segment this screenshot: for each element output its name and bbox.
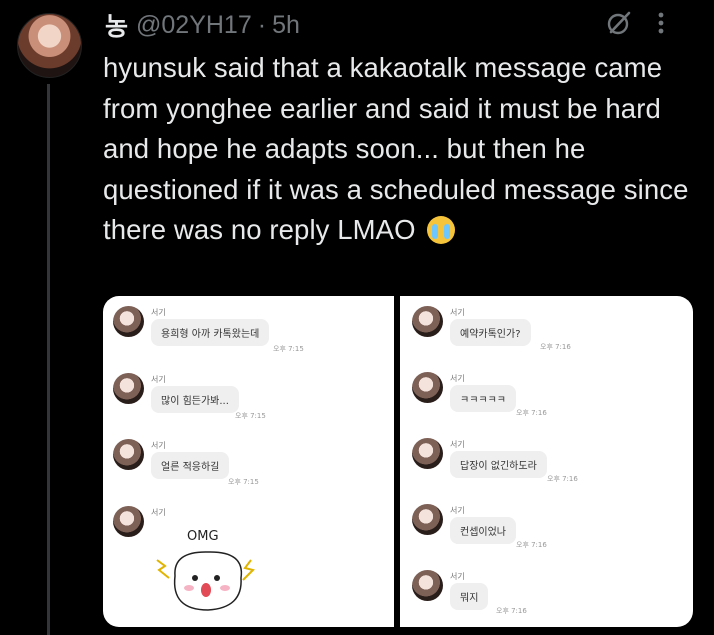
chat-avatar: [412, 306, 443, 337]
chat-avatar: [113, 306, 144, 337]
chat-sender: 서기: [151, 375, 166, 384]
tweet-header: 농 @02YH17 · 5h: [105, 7, 300, 43]
chat-screenshot-left[interactable]: 서기 용희형 아까 카톡왔는데 오후 7:15 서기 많이 힘든가봐... 오후…: [103, 296, 394, 627]
chat-sender: 서기: [450, 440, 465, 449]
chat-time: 오후 7:15: [235, 412, 266, 420]
chat-bubble: 뭐지: [450, 583, 489, 610]
tweet-body: hyunsuk said that a kakaotalk message ca…: [103, 52, 689, 245]
chat-avatar: [113, 506, 144, 537]
chat-sender: 서기: [450, 308, 465, 317]
avatar[interactable]: [17, 13, 82, 78]
more-options-icon[interactable]: [648, 10, 674, 36]
chat-screenshot-right[interactable]: 서기 예약카톡인가? 오후 7:16 서기 ㅋㅋㅋㅋㅋ 오후 7:16 서기 답…: [400, 296, 693, 627]
grok-icon[interactable]: [606, 10, 632, 36]
chat-sender: 서기: [151, 508, 166, 517]
chat-bubble: 답장이 없긴하도라: [450, 451, 547, 478]
omg-sticker: OMG: [156, 529, 255, 611]
chat-sender: 서기: [450, 572, 465, 581]
chat-time: 오후 7:16: [516, 541, 547, 549]
timestamp[interactable]: 5h: [272, 11, 300, 40]
separator: ·: [257, 10, 267, 39]
chat-time: 오후 7:15: [273, 345, 304, 353]
chat-avatar: [412, 438, 443, 469]
thread-line: [47, 84, 50, 635]
tweet-text: hyunsuk said that a kakaotalk message ca…: [103, 48, 693, 251]
chat-avatar: [113, 373, 144, 404]
chat-bubble: 컨셉이었나: [450, 517, 516, 544]
chat-bubble: 얼른 적응하길: [151, 452, 230, 479]
sticker-text: OMG: [187, 529, 219, 544]
chat-bubble: 많이 힘든가봐...: [151, 386, 239, 413]
chat-avatar: [113, 439, 144, 470]
loudly-crying-face-emoji: [427, 216, 456, 244]
display-name[interactable]: 농: [105, 7, 128, 43]
chat-avatar: [412, 504, 443, 535]
chat-time: 오후 7:16: [516, 409, 547, 417]
handle[interactable]: @02YH17: [136, 11, 252, 40]
chat-bubble: 예약카톡인가?: [450, 319, 531, 346]
chat-sender: 서기: [450, 506, 465, 515]
chat-time: 오후 7:16: [547, 475, 578, 483]
chat-time: 오후 7:16: [496, 607, 527, 615]
chat-bubble: ㅋㅋㅋㅋㅋ: [450, 385, 516, 412]
chat-sender: 서기: [151, 441, 166, 450]
chat-avatar: [412, 570, 443, 601]
chat-time: 오후 7:16: [540, 343, 571, 351]
chat-bubble: 용희형 아까 카톡왔는데: [151, 319, 270, 346]
tweet-media[interactable]: 서기 용희형 아까 카톡왔는데 오후 7:15 서기 많이 힘든가봐... 오후…: [103, 296, 693, 627]
chat-sender: 서기: [450, 374, 465, 383]
chat-time: 오후 7:15: [228, 478, 259, 486]
chat-avatar: [412, 372, 443, 403]
tweet-actions: [606, 10, 674, 36]
chat-sender: 서기: [151, 308, 166, 317]
